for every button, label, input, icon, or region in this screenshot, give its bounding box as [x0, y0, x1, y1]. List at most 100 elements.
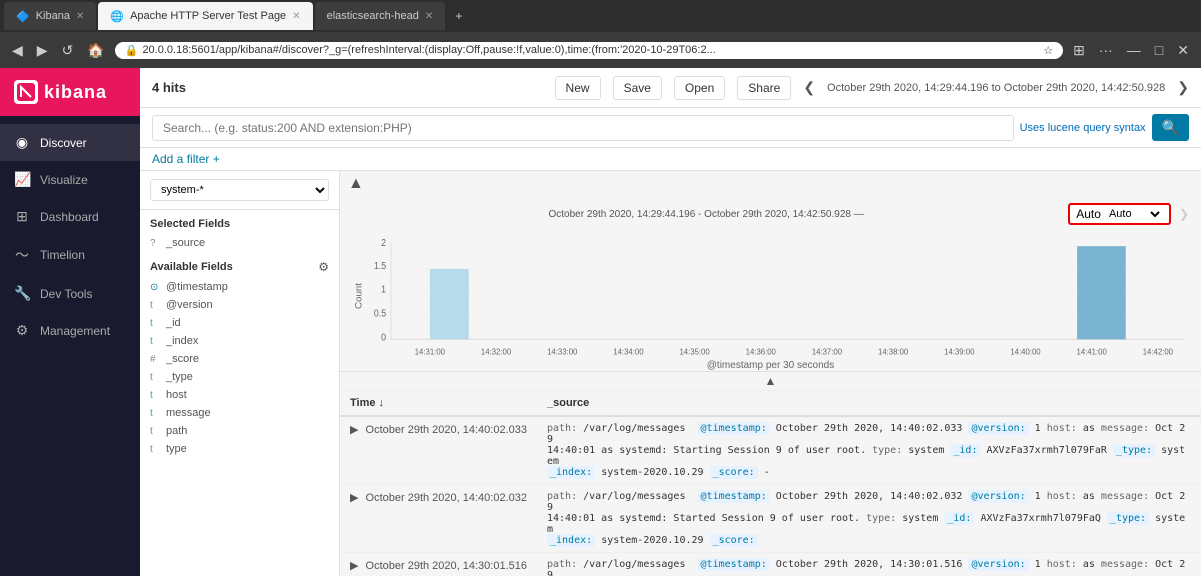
left-panel: system-* Selected Fields ? _source Avail… [140, 171, 340, 576]
index-badge-2: _index: [547, 534, 595, 547]
svg-text:14:34:00: 14:34:00 [613, 347, 644, 356]
tab-close-es-head[interactable]: ✕ [425, 11, 433, 22]
field-type-text-icon: t [150, 444, 160, 455]
kibana-sidebar: kibana ◉ Discover 📈 Visualize ⊞ Dashboar… [0, 68, 140, 576]
results-table: Time ↓ _source ▶ October 29th 2020, 14:4… [340, 391, 1201, 576]
chart-area: ▲ October 29th 2020, 14:29:44.196 - Octo… [340, 171, 1201, 576]
field-name: @timestamp [166, 281, 228, 293]
new-button[interactable]: New [555, 76, 601, 100]
svg-text:14:36:00: 14:36:00 [746, 347, 777, 356]
sidebar-item-dashboard[interactable]: ⊞ Dashboard [0, 198, 140, 235]
gear-icon[interactable]: ⚙ [318, 260, 329, 274]
extensions-button[interactable]: ⊞ [1069, 40, 1089, 61]
scroll-up-arrow[interactable]: ▲ [765, 374, 777, 388]
selected-field-source[interactable]: ? _source [140, 234, 339, 252]
field-type-name[interactable]: t type [140, 440, 339, 458]
field-type-text-icon: t [150, 336, 160, 347]
lucene-hint[interactable]: Uses lucene query syntax [1020, 122, 1146, 134]
save-button[interactable]: Save [613, 76, 662, 100]
field-id[interactable]: t _id [140, 314, 339, 332]
source-cell-2: path: /var/log/messages @timestamp: Octo… [537, 485, 1201, 553]
field-name: _id [166, 317, 181, 329]
sidebar-item-label: Dev Tools [40, 287, 92, 301]
sidebar-item-discover[interactable]: ◉ Discover [0, 124, 140, 161]
secure-icon: 🔒 [125, 44, 139, 57]
maximize-button[interactable]: □ [1151, 40, 1167, 60]
svg-text:0.5: 0.5 [374, 308, 386, 319]
search-button[interactable]: 🔍 [1152, 114, 1189, 141]
tab-close-kibana[interactable]: ✕ [76, 11, 84, 22]
expand-row-3[interactable]: ▶ [350, 560, 358, 572]
more-button[interactable]: ··· [1095, 40, 1117, 60]
tab-kibana[interactable]: 🔷 Kibana ✕ [4, 2, 96, 30]
bookmark-icon[interactable]: ☆ [1043, 44, 1053, 57]
svg-text:14:42:00: 14:42:00 [1143, 347, 1174, 356]
field-type-text-icon: t [150, 300, 160, 311]
svg-text:14:37:00: 14:37:00 [812, 347, 843, 356]
visualize-icon: 📈 [14, 171, 30, 188]
sidebar-item-timelion[interactable]: 〜 Timelion [0, 235, 140, 275]
chart-up-button[interactable]: ▲ [348, 175, 364, 193]
minimize-button[interactable]: — [1123, 40, 1145, 60]
field-name: path [166, 425, 187, 437]
search-input[interactable] [152, 115, 1014, 141]
index-badge: _index: [547, 466, 595, 479]
kibana-logo: kibana [0, 68, 140, 116]
url-box[interactable]: 🔒 20.0.0.18:5601/app/kibana#/discover?_g… [115, 42, 1063, 59]
tab-apache[interactable]: 🌐 Apache HTTP Server Test Page ✕ [98, 2, 312, 30]
expand-row-2[interactable]: ▶ [350, 492, 358, 504]
sidebar-item-label: Dashboard [40, 210, 99, 224]
field-score[interactable]: # _score [140, 350, 339, 368]
field-type-field[interactable]: t _type [140, 368, 339, 386]
expand-row-1[interactable]: ▶ [350, 424, 358, 436]
results-area[interactable]: ▲ Time ↓ _source ▶ [340, 371, 1201, 576]
add-filter-button[interactable]: Add a filter + [152, 152, 220, 166]
forward-button[interactable]: ▶ [33, 40, 52, 61]
svg-text:0: 0 [381, 332, 386, 343]
interval-select[interactable]: Auto Second Minute [1105, 207, 1163, 221]
new-tab-button[interactable]: + [447, 9, 470, 23]
refresh-button[interactable]: ↺ [58, 40, 78, 61]
field-name: host [166, 389, 187, 401]
dashboard-icon: ⊞ [14, 208, 30, 225]
open-button[interactable]: Open [674, 76, 725, 100]
field-type-clock-icon: ⊙ [150, 282, 160, 293]
sidebar-item-visualize[interactable]: 📈 Visualize [0, 161, 140, 198]
sidebar-item-label: Visualize [40, 173, 88, 187]
id-badge: _id: [950, 444, 980, 457]
auto-select-container[interactable]: Auto Auto Second Minute [1068, 203, 1171, 225]
time-column-header[interactable]: Time ↓ [340, 391, 537, 416]
x-axis-label: @timestamp per 30 seconds [352, 360, 1189, 371]
tab-close-apache[interactable]: ✕ [292, 11, 300, 22]
field-message[interactable]: t message [140, 404, 339, 422]
field-timestamp[interactable]: ⊙ @timestamp [140, 278, 339, 296]
score-badge-2: _score: [710, 534, 758, 547]
tab-es-head[interactable]: elasticsearch-head ✕ [315, 2, 446, 30]
index-pattern-select[interactable]: system-* [150, 179, 329, 201]
sidebar-item-label: Timelion [40, 248, 85, 262]
top-bar: 4 hits New Save Open Share ❮ October 29t… [140, 68, 1201, 108]
left-arrow-button[interactable]: ❮ [803, 79, 815, 96]
svg-text:14:38:00: 14:38:00 [878, 347, 909, 356]
svg-text:1.5: 1.5 [374, 261, 386, 272]
sidebar-item-label: Management [40, 324, 110, 338]
close-window-button[interactable]: ✕ [1173, 40, 1193, 61]
hits-count: 4 hits [152, 80, 186, 95]
app-container: kibana ◉ Discover 📈 Visualize ⊞ Dashboar… [0, 68, 1201, 576]
field-name: _index [166, 335, 198, 347]
devtools-icon: 🔧 [14, 285, 30, 302]
field-host[interactable]: t host [140, 386, 339, 404]
time-value-2: October 29th 2020, 14:40:02.032 [366, 492, 527, 504]
back-button[interactable]: ◀ [8, 40, 27, 61]
home-button[interactable]: 🏠 [83, 40, 108, 61]
management-icon: ⚙ [14, 322, 30, 339]
sidebar-nav: ◉ Discover 📈 Visualize ⊞ Dashboard 〜 Tim… [0, 116, 140, 576]
sidebar-item-management[interactable]: ⚙ Management [0, 312, 140, 349]
share-button[interactable]: Share [737, 76, 791, 100]
field-version[interactable]: t @version [140, 296, 339, 314]
field-path[interactable]: t path [140, 422, 339, 440]
sidebar-item-devtools[interactable]: 🔧 Dev Tools [0, 275, 140, 312]
field-index[interactable]: t _index [140, 332, 339, 350]
tab-favicon: 🔷 [16, 10, 30, 23]
right-arrow-button[interactable]: ❯ [1177, 79, 1189, 96]
